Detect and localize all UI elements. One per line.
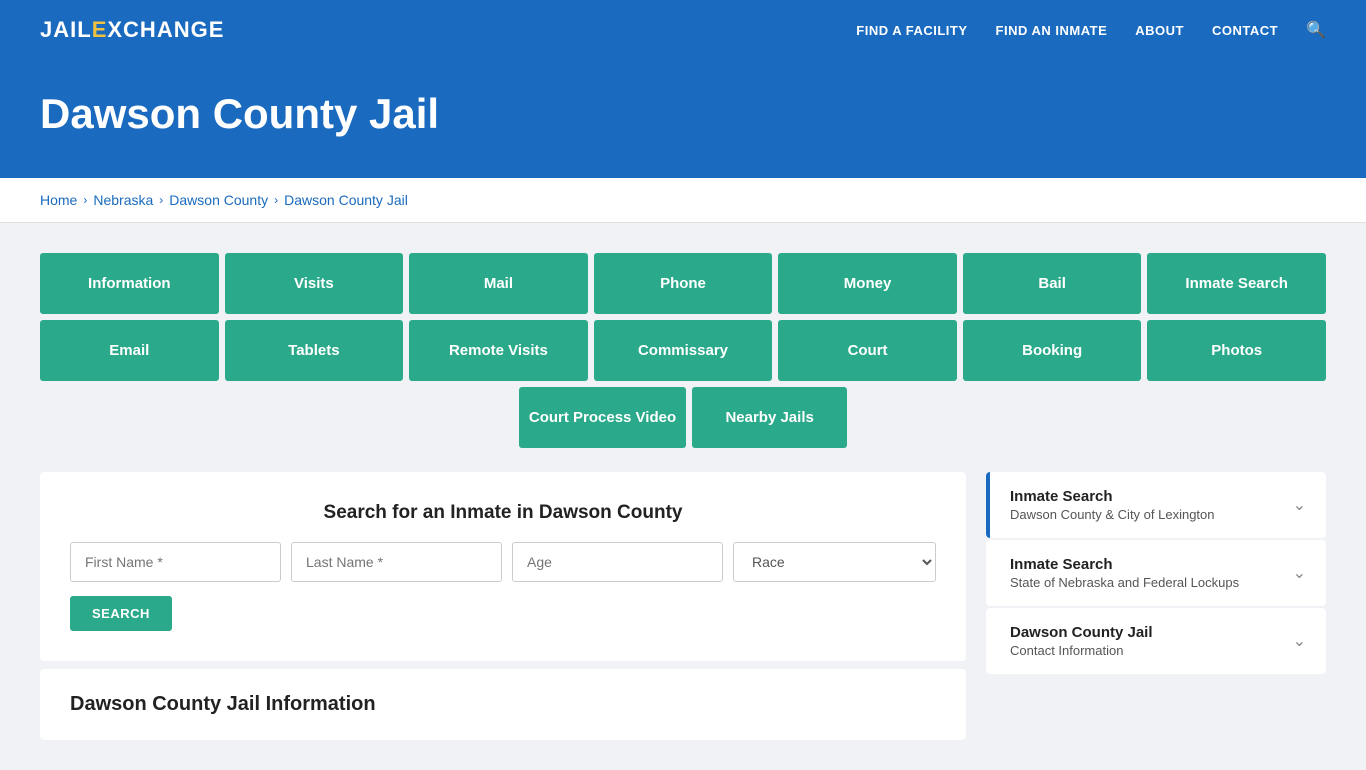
btn-nearby-jails[interactable]: Nearby Jails	[692, 387, 847, 448]
logo-change: XCHANGE	[107, 17, 224, 42]
breadcrumb-bar: Home › Nebraska › Dawson County › Dawson…	[0, 178, 1366, 223]
breadcrumb-nebraska[interactable]: Nebraska	[93, 192, 153, 208]
sidebar-card-header-3[interactable]: Dawson County Jail Contact Information ⌄	[986, 608, 1326, 674]
button-grid-row3: Court Process Video Nearby Jails	[40, 387, 1326, 448]
page-title: Dawson County Jail	[40, 90, 1326, 138]
search-button[interactable]: SEARCH	[70, 596, 172, 631]
hero-section: Dawson County Jail	[0, 60, 1366, 178]
search-title: Search for an Inmate in Dawson County	[70, 502, 936, 524]
main-nav: FIND A FACILITY FIND AN INMATE ABOUT CON…	[856, 20, 1326, 40]
sidebar-card-header-2[interactable]: Inmate Search State of Nebraska and Fede…	[986, 540, 1326, 606]
sidebar: Inmate Search Dawson County & City of Le…	[986, 472, 1326, 676]
breadcrumb-current[interactable]: Dawson County Jail	[284, 192, 408, 208]
content-layout: Search for an Inmate in Dawson County Ra…	[40, 472, 1326, 740]
age-input[interactable]	[512, 542, 723, 582]
btn-tablets[interactable]: Tablets	[225, 320, 404, 381]
logo[interactable]: JAILEXCHANGE	[40, 17, 224, 43]
nav-about[interactable]: ABOUT	[1135, 23, 1184, 38]
button-grid-row2: Email Tablets Remote Visits Commissary C…	[40, 320, 1326, 381]
info-section-title: Dawson County Jail Information	[70, 693, 936, 716]
sidebar-card-title-3: Dawson County Jail	[1010, 624, 1153, 641]
button-grid-row1: Information Visits Mail Phone Money Bail…	[40, 253, 1326, 314]
nav-find-inmate[interactable]: FIND AN INMATE	[996, 23, 1108, 38]
nav-contact[interactable]: CONTACT	[1212, 23, 1278, 38]
breadcrumb: Home › Nebraska › Dawson County › Dawson…	[40, 192, 1326, 208]
chevron-down-icon-3: ⌄	[1293, 631, 1306, 651]
sidebar-card-1: Inmate Search Dawson County & City of Le…	[986, 472, 1326, 538]
sidebar-card-subtitle-3: Contact Information	[1010, 643, 1153, 658]
breadcrumb-sep-1: ›	[83, 193, 87, 207]
chevron-down-icon-2: ⌄	[1293, 563, 1306, 583]
info-section: Dawson County Jail Information	[40, 669, 966, 740]
btn-court-process-video[interactable]: Court Process Video	[519, 387, 686, 448]
sidebar-card-header-1[interactable]: Inmate Search Dawson County & City of Le…	[986, 472, 1326, 538]
breadcrumb-dawson-county[interactable]: Dawson County	[169, 192, 268, 208]
main-content: Information Visits Mail Phone Money Bail…	[0, 223, 1366, 770]
sidebar-card-3: Dawson County Jail Contact Information ⌄	[986, 608, 1326, 674]
search-fields: Race White Black Hispanic Asian Other	[70, 542, 936, 582]
breadcrumb-home[interactable]: Home	[40, 192, 77, 208]
search-icon-button[interactable]: 🔍	[1306, 20, 1326, 40]
sidebar-card-2: Inmate Search State of Nebraska and Fede…	[986, 540, 1326, 606]
btn-bail[interactable]: Bail	[963, 253, 1142, 314]
btn-court[interactable]: Court	[778, 320, 957, 381]
inmate-search-box: Search for an Inmate in Dawson County Ra…	[40, 472, 966, 661]
btn-information[interactable]: Information	[40, 253, 219, 314]
sidebar-card-title-1: Inmate Search	[1010, 488, 1215, 505]
last-name-input[interactable]	[291, 542, 502, 582]
btn-mail[interactable]: Mail	[409, 253, 588, 314]
btn-remote-visits[interactable]: Remote Visits	[409, 320, 588, 381]
btn-booking[interactable]: Booking	[963, 320, 1142, 381]
btn-inmate-search[interactable]: Inmate Search	[1147, 253, 1326, 314]
first-name-input[interactable]	[70, 542, 281, 582]
nav-find-facility[interactable]: FIND A FACILITY	[856, 23, 967, 38]
btn-visits[interactable]: Visits	[225, 253, 404, 314]
logo-x: E	[92, 17, 108, 42]
sidebar-card-title-block-2: Inmate Search State of Nebraska and Fede…	[1010, 556, 1239, 590]
breadcrumb-sep-2: ›	[159, 193, 163, 207]
header: JAILEXCHANGE FIND A FACILITY FIND AN INM…	[0, 0, 1366, 60]
sidebar-card-title-block-3: Dawson County Jail Contact Information	[1010, 624, 1153, 658]
btn-photos[interactable]: Photos	[1147, 320, 1326, 381]
btn-money[interactable]: Money	[778, 253, 957, 314]
sidebar-card-title-block-1: Inmate Search Dawson County & City of Le…	[1010, 488, 1215, 522]
race-select[interactable]: Race White Black Hispanic Asian Other	[733, 542, 936, 582]
btn-commissary[interactable]: Commissary	[594, 320, 773, 381]
sidebar-card-title-2: Inmate Search	[1010, 556, 1239, 573]
logo-jail: JAIL	[40, 17, 92, 42]
left-column: Search for an Inmate in Dawson County Ra…	[40, 472, 966, 740]
sidebar-card-subtitle-1: Dawson County & City of Lexington	[1010, 507, 1215, 522]
breadcrumb-sep-3: ›	[274, 193, 278, 207]
sidebar-card-subtitle-2: State of Nebraska and Federal Lockups	[1010, 575, 1239, 590]
btn-email[interactable]: Email	[40, 320, 219, 381]
chevron-down-icon-1: ⌄	[1293, 495, 1306, 515]
btn-phone[interactable]: Phone	[594, 253, 773, 314]
